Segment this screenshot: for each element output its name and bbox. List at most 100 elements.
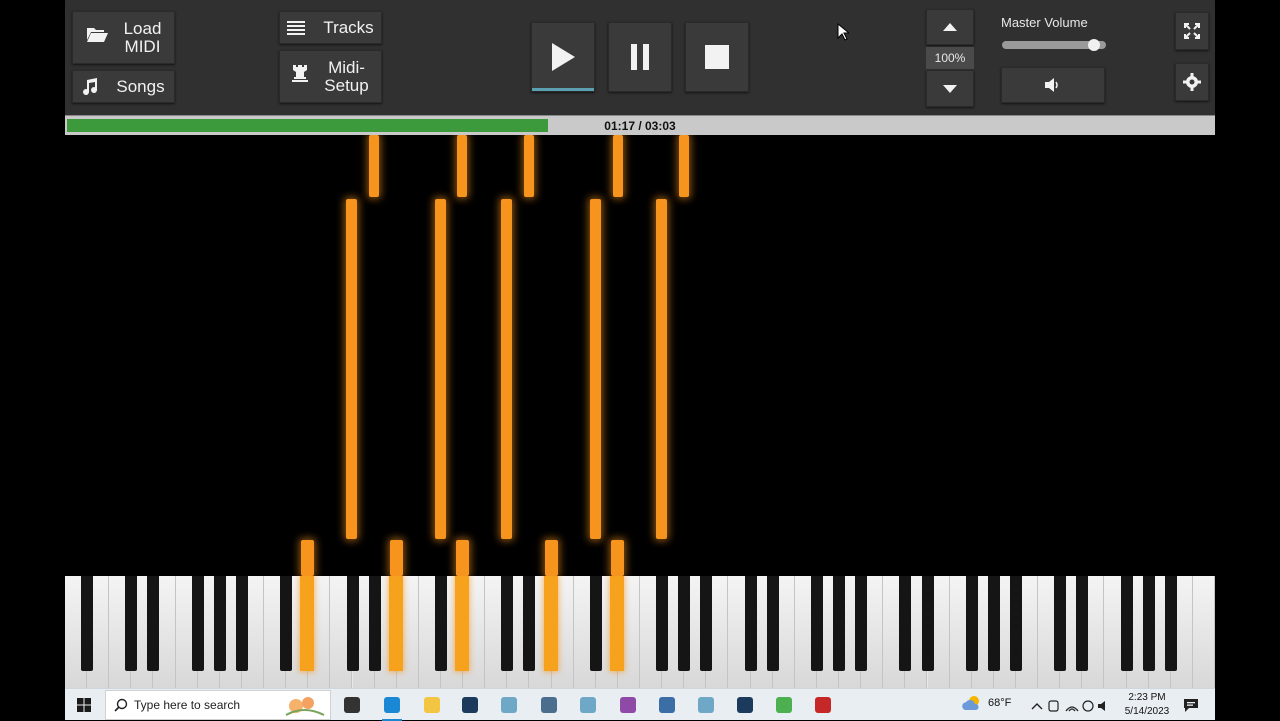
song-progress-bar[interactable]: 01:17 / 03:03 [65, 115, 1215, 135]
piano-black-key[interactable] [921, 576, 934, 671]
piano-black-key[interactable] [125, 576, 138, 671]
falling-note [613, 135, 623, 197]
piano-black-key[interactable] [191, 576, 204, 671]
notification-icon[interactable] [1183, 697, 1199, 713]
falling-note [545, 540, 558, 576]
piano-black-key[interactable] [235, 576, 248, 671]
steam-icon[interactable] [458, 693, 482, 717]
piano-black-key[interactable] [1164, 576, 1177, 671]
piano-black-key[interactable] [147, 576, 160, 671]
piano-white-key[interactable] [1192, 576, 1215, 688]
play-active-indicator [532, 88, 594, 91]
speed-down-button[interactable] [926, 70, 974, 107]
piano-black-key[interactable] [656, 576, 669, 671]
piano-black-key[interactable] [523, 576, 536, 671]
master-volume-slider[interactable] [1002, 39, 1106, 51]
falling-note [456, 540, 469, 576]
calculator-icon[interactable] [537, 693, 561, 717]
load-midi-button[interactable]: Load MIDI [72, 11, 175, 64]
piano-black-key[interactable] [589, 576, 602, 671]
search-icon [114, 698, 128, 712]
windows-logo-icon [77, 698, 91, 712]
falling-notes-area [65, 135, 1215, 576]
wifi-icon [1065, 706, 1079, 712]
stop-icon [705, 45, 729, 69]
settings-button[interactable] [1175, 63, 1209, 101]
midi-setup-button[interactable]: Midi- Setup [279, 50, 382, 103]
piano-black-key[interactable] [501, 576, 514, 671]
play-icon [552, 43, 575, 71]
piano-black-key[interactable] [744, 576, 757, 671]
music-note-icon [83, 77, 98, 95]
notepad-icon[interactable] [772, 693, 796, 717]
steam-icon[interactable] [733, 693, 757, 717]
mute-button[interactable] [1001, 67, 1105, 103]
piano-black-key[interactable] [700, 576, 713, 671]
piano-black-key[interactable] [1142, 576, 1155, 671]
tracks-label: Tracks [323, 17, 374, 37]
falling-note [457, 135, 467, 197]
songs-button[interactable]: Songs [72, 70, 175, 103]
gear-icon [1183, 73, 1201, 91]
fullscreen-button[interactable] [1175, 12, 1209, 50]
play-button[interactable] [531, 22, 595, 92]
piano-keyboard[interactable] [65, 576, 1215, 688]
search-highlight-icon [285, 697, 325, 716]
pause-button[interactable] [608, 22, 672, 92]
piano-black-key[interactable] [368, 576, 381, 671]
piano-black-key[interactable] [965, 576, 978, 671]
app-icon[interactable] [497, 693, 521, 717]
speed-up-button[interactable] [926, 9, 974, 45]
list-icon [287, 20, 306, 35]
pressed-key-highlight [389, 576, 403, 671]
piano-black-key[interactable] [213, 576, 226, 671]
falling-note [435, 199, 446, 539]
tracks-button[interactable]: Tracks [279, 11, 382, 44]
piano-black-key[interactable] [1120, 576, 1133, 671]
piano-black-key[interactable] [434, 576, 447, 671]
falling-note [390, 540, 403, 576]
taskbar-clock[interactable]: 2:23 PM 5/14/2023 [1120, 691, 1174, 719]
winrar-icon[interactable] [616, 693, 640, 717]
piano-black-key[interactable] [81, 576, 94, 671]
system-tray-icons[interactable] [1030, 697, 1110, 715]
piano-app-icon[interactable] [811, 693, 835, 717]
piano-black-key[interactable] [987, 576, 1000, 671]
task-view-icon[interactable] [340, 693, 364, 717]
start-button[interactable] [72, 693, 96, 717]
falling-note [301, 540, 314, 576]
piano-black-key[interactable] [855, 576, 868, 671]
midi-setup-label: Midi- Setup [324, 57, 369, 95]
falling-note [679, 135, 689, 197]
piano-black-key[interactable] [810, 576, 823, 671]
falling-note [501, 199, 512, 539]
meet-now-icon [1048, 700, 1059, 712]
weather-widget[interactable]: 68°F [962, 695, 1011, 711]
piano-black-key[interactable] [766, 576, 779, 671]
piano-black-key[interactable] [678, 576, 691, 671]
edge-icon[interactable] [380, 693, 404, 721]
app-icon[interactable] [694, 693, 718, 717]
file-explorer-icon[interactable] [420, 693, 444, 717]
app-icon[interactable] [576, 693, 600, 717]
piano-black-key[interactable] [1076, 576, 1089, 671]
piano-black-key[interactable] [346, 576, 359, 671]
pause-icon [631, 44, 649, 70]
time-display: 01:17 / 03:03 [604, 119, 676, 133]
caret-up-icon [943, 23, 957, 31]
volume-slider-knob[interactable] [1088, 39, 1100, 51]
weather-temp: 68°F [988, 697, 1012, 709]
songs-label: Songs [116, 76, 165, 96]
windows-taskbar: Type here to search 68°F 2:23 PM 5/14/20… [65, 688, 1215, 721]
piano-black-key[interactable] [899, 576, 912, 671]
headphones-app-icon[interactable] [655, 693, 679, 717]
speed-value: 100% [926, 47, 974, 69]
piano-black-key[interactable] [280, 576, 293, 671]
piano-black-key[interactable] [1054, 576, 1067, 671]
top-toolbar: Load MIDI Songs Tracks Midi- Setup 100% … [65, 0, 1215, 115]
piano-black-key[interactable] [1009, 576, 1022, 671]
taskbar-search-box[interactable]: Type here to search [105, 690, 331, 720]
piano-black-key[interactable] [833, 576, 846, 671]
stop-button[interactable] [685, 22, 749, 92]
midi-player-app: Load MIDI Songs Tracks Midi- Setup 100% … [0, 0, 1280, 721]
